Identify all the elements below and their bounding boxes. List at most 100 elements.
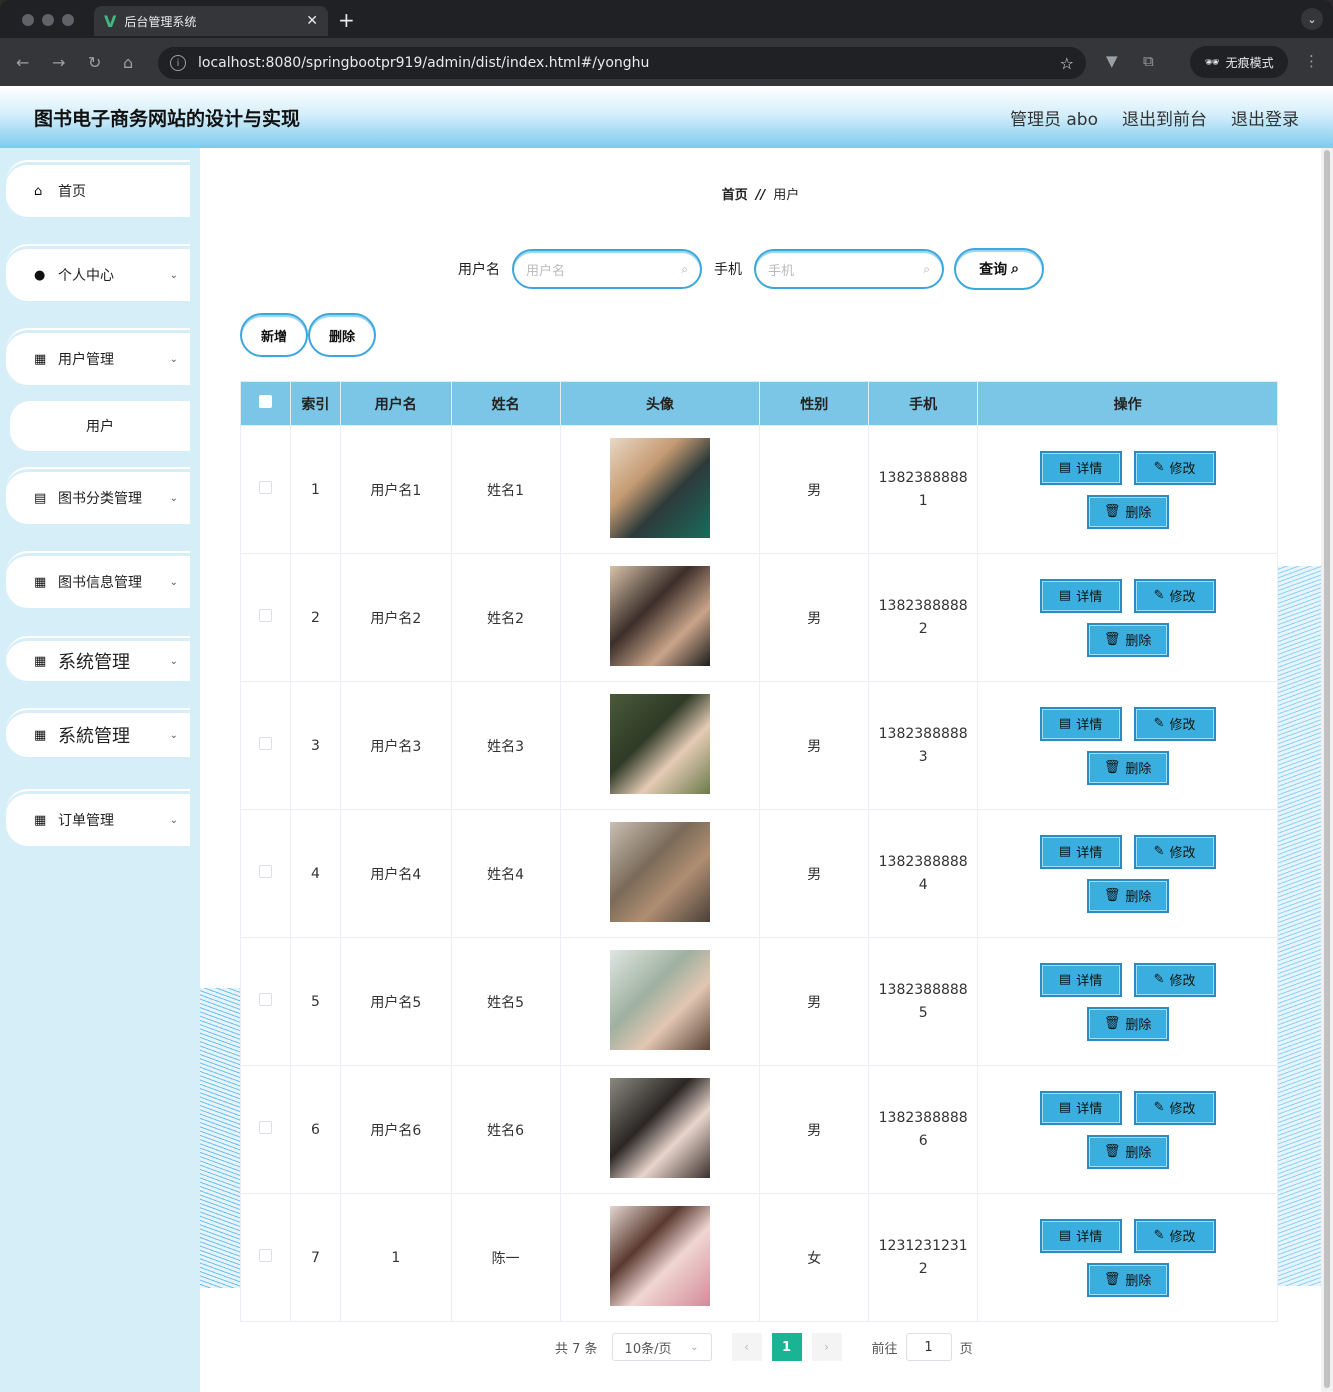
row-checkbox[interactable] (258, 481, 272, 494)
site-info-icon[interactable]: i (170, 55, 186, 71)
edit-label: 修改 (1169, 462, 1196, 477)
address-bar[interactable]: i localhost:8080/springbootpr919/admin/d… (158, 47, 1086, 79)
row-select-cell[interactable] (240, 681, 291, 810)
row-select-cell[interactable] (240, 809, 291, 938)
scrollbar-thumb[interactable] (1324, 150, 1330, 1388)
edit-button[interactable]: ✎ 修改 (1133, 1218, 1216, 1253)
sidebar-item-profile[interactable]: ● 个人中心 ⌄ (6, 244, 190, 304)
detail-button[interactable]: ▤ 详情 (1039, 706, 1122, 741)
edit-button[interactable]: ✎ 修改 (1133, 706, 1216, 741)
cell-gender: 男 (759, 937, 870, 1066)
cell-actions: ▤ 详情 ✎ 修改 🗑 删除 (977, 937, 1278, 1066)
row-checkbox[interactable] (258, 865, 272, 878)
row-select-cell[interactable] (240, 1065, 291, 1194)
row-delete-button[interactable]: 🗑 删除 (1086, 494, 1169, 529)
row-delete-button[interactable]: 🗑 删除 (1086, 878, 1169, 913)
detail-button[interactable]: ▤ 详情 (1039, 834, 1122, 869)
cell-index: 5 (289, 937, 341, 1066)
row-delete-button[interactable]: 🗑 删除 (1086, 750, 1169, 785)
bookmark-star-icon[interactable]: ☆ (1060, 54, 1074, 73)
back-to-front-link[interactable]: 退出到前台 (1122, 105, 1207, 130)
row-select-cell[interactable] (240, 1193, 291, 1322)
reload-icon[interactable]: ↻ (88, 53, 101, 72)
top-header: 图书电子商务网站的设计与实现 管理员 abo 退出到前台 退出登录 (0, 86, 1333, 148)
page-scrollbar[interactable] (1321, 148, 1333, 1392)
forward-icon[interactable]: → (52, 53, 65, 72)
sidebar-item-user-mgmt[interactable]: ▦ 用户管理 ⌄ (6, 328, 190, 388)
cell-gender: 男 (759, 681, 870, 810)
browser-menu-icon[interactable]: ⋮ (1304, 52, 1319, 70)
goto-page-input[interactable]: 1 (905, 1333, 952, 1361)
col-gender: 性别 (759, 381, 870, 426)
sidebar-subitem-users[interactable]: 用户 (10, 401, 190, 451)
back-icon[interactable]: ← (16, 53, 29, 72)
sidebar-item-home[interactable]: ⌂ 首页 (6, 160, 190, 220)
window-controls[interactable] (22, 14, 74, 26)
sidebar-item-book-category[interactable]: ▤ 图书分类管理 ⌄ (6, 467, 190, 527)
edit-button[interactable]: ✎ 修改 (1133, 578, 1216, 613)
detail-button[interactable]: ▤ 详情 (1039, 450, 1122, 485)
vue-devtools-icon[interactable]: ▼ (1106, 52, 1118, 70)
row-select-cell[interactable] (240, 553, 291, 682)
row-delete-button[interactable]: 🗑 删除 (1086, 1134, 1169, 1169)
logout-link[interactable]: 退出登录 (1231, 105, 1299, 130)
detail-button[interactable]: ▤ 详情 (1039, 578, 1122, 613)
home-browser-icon[interactable]: ⌂ (123, 53, 133, 72)
browser-tab[interactable]: V 后台管理系统 ✕ (94, 6, 328, 36)
next-page-button[interactable]: › (811, 1333, 842, 1361)
query-button[interactable]: 查询 ⌕ (954, 248, 1044, 290)
sidebar-item-order-mgmt[interactable]: ▦ 订单管理 ⌄ (6, 789, 190, 849)
edit-button[interactable]: ✎ 修改 (1133, 1090, 1216, 1125)
chevron-down-icon: ⌄ (169, 814, 178, 826)
detail-button[interactable]: ▤ 详情 (1039, 1218, 1122, 1253)
cell-name: 姓名1 (450, 425, 561, 554)
add-button[interactable]: 新增 (240, 313, 308, 357)
close-tab-icon[interactable]: ✕ (306, 13, 318, 29)
page-number-active[interactable]: 1 (771, 1333, 802, 1361)
col-name: 姓名 (450, 381, 561, 426)
edit-button[interactable]: ✎ 修改 (1133, 834, 1216, 869)
username-label: 用户名 (458, 262, 500, 278)
row-checkbox[interactable] (258, 737, 272, 750)
phone-text: 12312312312 (878, 1237, 968, 1277)
row-select-cell[interactable] (240, 425, 291, 554)
select-all-checkbox[interactable] (258, 395, 272, 408)
table-row: 6 用户名6 姓名6 男 1382388888 6 ▤ 详情 ✎ 修改 🗑 删除 (240, 1065, 1278, 1194)
row-select-cell[interactable] (240, 937, 291, 1066)
sidebar-item-book-info[interactable]: ▦ 图书信息管理 ⌄ (6, 551, 190, 611)
row-checkbox[interactable] (258, 1249, 272, 1262)
cell-gender: 男 (759, 809, 870, 938)
phone-search-input[interactable]: 手机 ⌕ (754, 249, 944, 289)
col-username: 用户名 (339, 381, 452, 426)
sidebar-item-system-mgmt-2[interactable]: ▦ 系統管理 ⌄ (6, 708, 190, 760)
col-phone: 手机 (868, 381, 979, 426)
row-delete-button[interactable]: 🗑 删除 (1086, 1006, 1169, 1041)
cell-index: 6 (289, 1065, 341, 1194)
detail-button[interactable]: ▤ 详情 (1039, 962, 1122, 997)
breadcrumb: 首页 // 用户 (200, 184, 1321, 203)
edit-button[interactable]: ✎ 修改 (1133, 450, 1216, 485)
row-delete-button[interactable]: 🗑 删除 (1086, 1262, 1169, 1297)
breadcrumb-home[interactable]: 首页 (722, 188, 748, 203)
extensions-icon[interactable]: ⧉ (1143, 52, 1154, 70)
prev-page-button[interactable]: ‹ (731, 1333, 762, 1361)
new-tab-icon[interactable]: + (338, 8, 355, 32)
incognito-indicator[interactable]: 🕶 无痕模式 (1190, 46, 1288, 78)
batch-delete-button[interactable]: 删除 (308, 313, 376, 357)
row-checkbox[interactable] (258, 1121, 272, 1134)
row-delete-button[interactable]: 🗑 删除 (1086, 622, 1169, 657)
site-title: 图书电子商务网站的设计与实现 (34, 107, 301, 130)
username-search-input[interactable]: 用户名 ⌕ (512, 249, 702, 289)
row-checkbox[interactable] (258, 609, 272, 622)
search-icon: ⌕ (681, 261, 688, 276)
row-checkbox[interactable] (258, 993, 272, 1006)
sidebar-item-system-mgmt[interactable]: ▦ 系统管理 ⌄ (6, 636, 190, 684)
page-size-select[interactable]: 10条/页 ⌄ (611, 1333, 712, 1361)
avatar (609, 437, 710, 538)
vue-logo-icon: V (104, 11, 117, 31)
select-all-header[interactable] (240, 381, 291, 426)
tab-search-icon[interactable]: ⌄ (1301, 8, 1323, 30)
edit-button[interactable]: ✎ 修改 (1133, 962, 1216, 997)
detail-button[interactable]: ▤ 详情 (1039, 1090, 1122, 1125)
chevron-down-icon: ⌄ (690, 1341, 699, 1353)
